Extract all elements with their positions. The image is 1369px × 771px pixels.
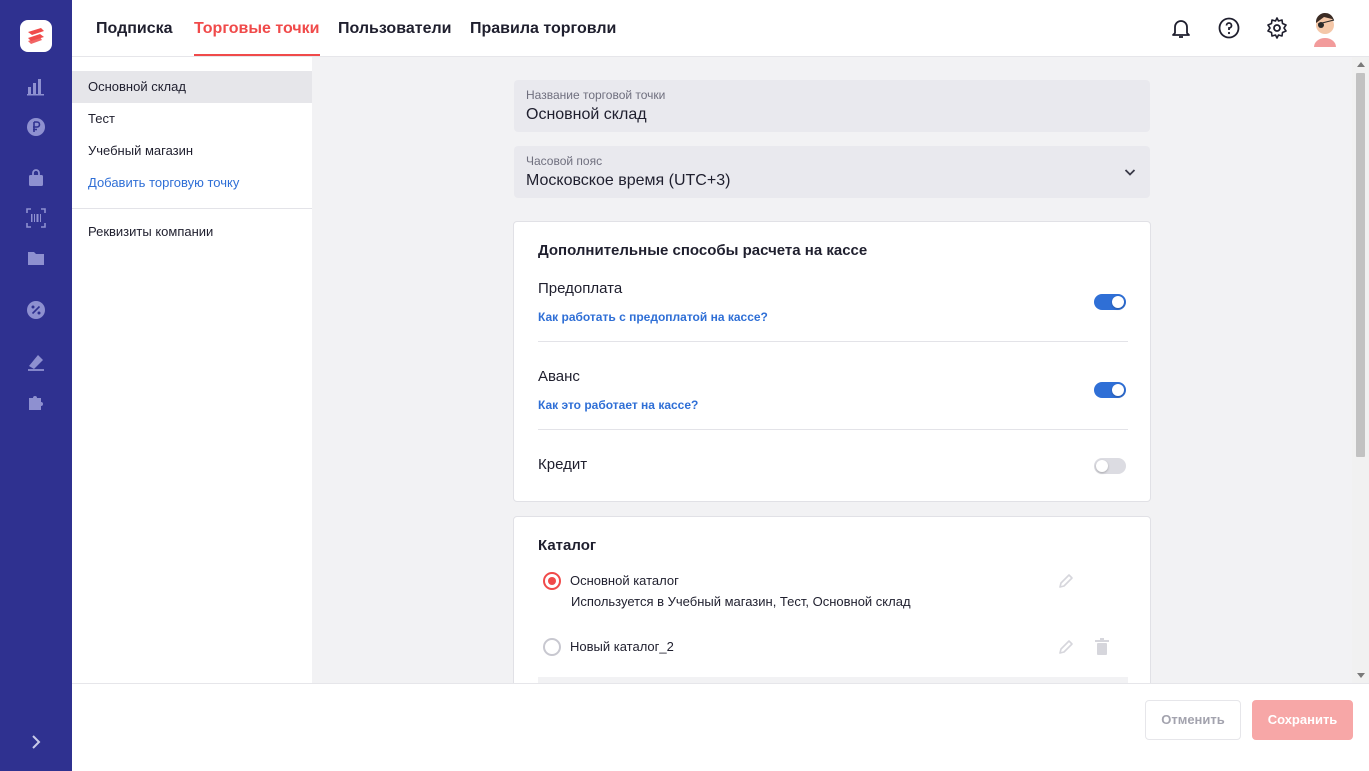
divider xyxy=(538,429,1128,430)
logo-icon[interactable] xyxy=(20,20,52,52)
puzzle-icon[interactable] xyxy=(25,391,47,413)
shopping-bag-icon[interactable] xyxy=(25,167,47,189)
store-name-value[interactable]: Основной склад xyxy=(526,106,647,124)
catalog-title: Каталог xyxy=(538,537,597,554)
timezone-select[interactable]: Часовой пояс Московское время (UTC+3) xyxy=(514,146,1150,198)
sidebar-item-company-details[interactable]: Реквизиты компании xyxy=(72,216,312,248)
sidebar-item-main-warehouse[interactable]: Основной склад xyxy=(72,71,312,103)
chevron-down-icon[interactable] xyxy=(1122,164,1138,180)
pencil-icon[interactable] xyxy=(1056,571,1076,591)
tab-trade-rules[interactable]: Правила торговли xyxy=(470,0,616,57)
tab-stores[interactable]: Торговые точки xyxy=(194,0,320,57)
tag-icon[interactable] xyxy=(25,351,47,373)
advance-label: Аванс xyxy=(538,368,580,385)
settings-icon[interactable] xyxy=(1265,16,1289,40)
bell-icon[interactable] xyxy=(1169,16,1193,40)
prepayment-help-link[interactable]: Как работать с предоплатой на кассе? xyxy=(538,310,768,324)
help-icon[interactable] xyxy=(1217,16,1241,40)
toggle-knob xyxy=(1096,460,1108,472)
store-name-field[interactable]: Название торговой точки Основной склад xyxy=(514,80,1150,132)
tab-users[interactable]: Пользователи xyxy=(338,0,451,57)
folder-icon[interactable] xyxy=(25,247,47,269)
catalog-name-main: Основной каталог xyxy=(570,573,679,588)
tab-subscription[interactable]: Подписка xyxy=(96,0,173,57)
scroll-up-arrow[interactable] xyxy=(1357,62,1365,67)
catalog-radio-main[interactable] xyxy=(543,572,561,590)
ruble-icon[interactable] xyxy=(25,116,47,138)
credit-label: Кредит xyxy=(538,456,588,473)
barcode-scan-icon[interactable] xyxy=(25,207,47,229)
prepayment-label: Предоплата xyxy=(538,280,623,297)
catalog-radio-new[interactable] xyxy=(543,638,561,656)
payment-methods-card: Дополнительные способы расчета на кассе … xyxy=(513,221,1151,502)
pencil-icon[interactable] xyxy=(1056,637,1076,657)
page-scrollbar[interactable] xyxy=(1352,57,1369,683)
divider xyxy=(538,341,1128,342)
scroll-thumb[interactable] xyxy=(1356,73,1365,457)
prepayment-toggle[interactable] xyxy=(1094,294,1126,310)
left-rail xyxy=(0,0,72,771)
save-button[interactable]: Сохранить xyxy=(1252,700,1353,740)
chevron-right-icon[interactable] xyxy=(26,732,46,752)
cancel-button[interactable]: Отменить xyxy=(1145,700,1241,740)
advance-help-link[interactable]: Как это работает на кассе? xyxy=(538,398,698,412)
catalog-name-new: Новый каталог_2 xyxy=(570,639,674,654)
payment-methods-title: Дополнительные способы расчета на кассе xyxy=(538,242,868,259)
analytics-icon[interactable] xyxy=(25,75,47,97)
timezone-value[interactable]: Московское время (UTC+3) xyxy=(526,172,730,190)
toggle-knob xyxy=(1112,384,1124,396)
trash-icon[interactable] xyxy=(1092,637,1112,657)
form-footer: Отменить Сохранить xyxy=(72,683,1369,771)
sidebar-item-training-store[interactable]: Учебный магазин xyxy=(72,135,312,167)
sidebar-item-test[interactable]: Тест xyxy=(72,103,312,135)
catalog-usage-main: Используется в Учебный магазин, Тест, Ос… xyxy=(571,594,911,609)
advance-toggle[interactable] xyxy=(1094,382,1126,398)
discount-icon[interactable] xyxy=(25,299,47,321)
sidebar-divider xyxy=(72,208,312,209)
stores-sidebar: Основной склад Тест Учебный магазин Доба… xyxy=(72,57,312,683)
catalog-card: Каталог Основной каталог Используется в … xyxy=(513,516,1151,683)
avatar[interactable] xyxy=(1310,11,1340,47)
toggle-knob xyxy=(1112,296,1124,308)
main-content: Название торговой точки Основной склад Ч… xyxy=(312,57,1352,683)
add-store-link[interactable]: Добавить торговую точку xyxy=(72,167,312,199)
top-navigation: Подписка Торговые точки Пользователи Пра… xyxy=(72,0,1369,57)
timezone-label: Часовой пояс xyxy=(526,154,603,168)
store-name-label: Название торговой точки xyxy=(526,88,666,102)
scroll-down-arrow[interactable] xyxy=(1357,673,1365,678)
credit-toggle[interactable] xyxy=(1094,458,1126,474)
